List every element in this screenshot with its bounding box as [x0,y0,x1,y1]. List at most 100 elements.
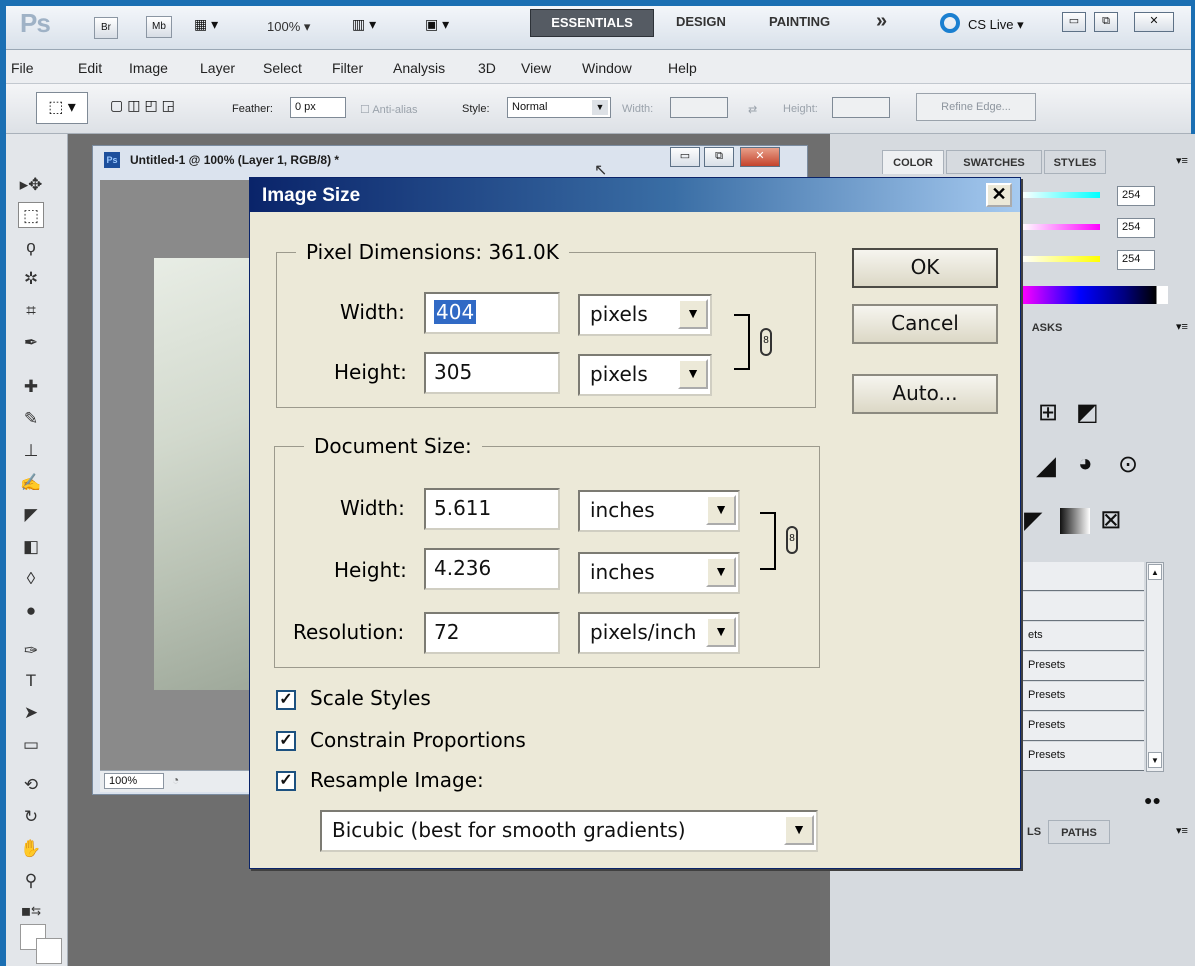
preset-row[interactable]: ets [1022,622,1144,651]
selective-color-icon[interactable]: ⊠ [1100,504,1122,535]
tab-paths[interactable]: PATHS [1048,820,1110,844]
preset-row[interactable]: Presets [1022,712,1144,741]
chevron-down-icon[interactable]: ▼ [706,617,736,647]
document-zoom-field[interactable]: 100% [104,773,164,789]
chevron-down-icon[interactable]: ▼ [784,815,814,845]
chevron-down-icon[interactable]: ▼ [706,495,736,525]
more-workspaces-icon[interactable]: » [876,10,887,33]
magenta-slider[interactable] [1022,224,1100,230]
resample-image-checkbox[interactable]: ✓ [276,771,296,791]
move-tool-icon[interactable]: ▸✥ [18,172,44,198]
posterize-icon[interactable]: ◤ [1024,506,1042,535]
channel-mixer-icon[interactable]: ⊙ [1118,450,1138,479]
preset-row[interactable]: Presets [1022,742,1144,771]
resolution-input[interactable]: 72 [424,612,560,654]
menu-view[interactable]: View [521,60,551,76]
width-input[interactable] [670,97,728,118]
gradient-map-icon[interactable] [1060,508,1090,534]
constrain-proportions-checkbox[interactable]: ✓ [276,731,296,751]
view-extras-icon[interactable]: ▦ ▾ [194,16,236,38]
scale-styles-checkbox[interactable]: ✓ [276,690,296,710]
chevron-down-icon[interactable]: ▼ [678,359,708,389]
mini-bridge-button[interactable]: Mb [146,16,172,38]
screen-mode-icon[interactable]: ▣ ▾ [425,16,449,33]
refine-edge-button[interactable]: Refine Edge... [916,93,1036,121]
ok-button[interactable]: OK [852,248,998,288]
menu-select[interactable]: Select [263,60,302,76]
doc-width-input[interactable]: 5.611 [424,488,560,530]
feather-input[interactable]: 0 px [290,97,346,118]
workspace-painting[interactable]: PAINTING [769,14,830,29]
panel-menu-icon[interactable]: ▾≡ [1176,154,1188,167]
shape-tool-icon[interactable]: ▭ [18,732,44,758]
pixel-height-input[interactable]: 305 [424,352,560,394]
marquee-tool-icon[interactable]: ⬚ [18,202,44,228]
menu-edit[interactable]: Edit [78,60,102,76]
zoom-tool-icon[interactable]: ⚲ [18,868,44,894]
hand-tool-icon[interactable]: ✋ [18,836,44,862]
menu-image[interactable]: Image [129,60,168,76]
restore-icon[interactable]: ⧉ [1094,12,1118,32]
type-tool-icon[interactable]: T [18,668,44,694]
clone-stamp-tool-icon[interactable]: ⊥ [18,438,44,464]
doc-height-input[interactable]: 4.236 [424,548,560,590]
status-info-icon[interactable]: ◔ [172,773,179,787]
3d-orbit-tool-icon[interactable]: ↻ [18,804,44,830]
panel-menu-icon[interactable]: ▾≡ [1176,824,1188,837]
doc-close-icon[interactable]: ✕ [740,147,780,167]
selection-mode-icons[interactable]: ▢◫◰◲ [110,97,179,114]
cs-live-dropdown[interactable]: CS Live ▾ [968,17,1024,33]
menu-layer[interactable]: Layer [200,60,235,76]
exposure-icon[interactable]: ◩ [1076,398,1099,427]
zoom-level-dropdown[interactable]: 100% ▾ [267,19,310,35]
curves-icon[interactable]: ⊞ [1038,398,1058,427]
lasso-tool-icon[interactable]: ϙ [18,234,44,260]
scroll-up-icon[interactable]: ▲ [1148,564,1162,580]
background-color-swatch[interactable] [36,938,62,964]
menu-window[interactable]: Window [582,60,632,76]
gradient-tool-icon[interactable]: ◧ [18,534,44,560]
close-icon[interactable]: ✕ [1134,12,1174,32]
auto-button[interactable]: Auto... [852,374,998,414]
blur-tool-icon[interactable]: ◊ [18,566,44,592]
bridge-button[interactable]: Br [94,17,118,39]
menu-analysis[interactable]: Analysis [393,60,445,76]
history-brush-tool-icon[interactable]: ✍ [18,470,44,496]
style-select[interactable]: Normal ▼ [507,97,611,118]
scroll-down-icon[interactable]: ▼ [1148,752,1162,768]
workspace-essentials[interactable]: ESSENTIALS [530,9,654,37]
preset-row[interactable]: Presets [1022,652,1144,681]
magenta-value[interactable]: 254 [1117,218,1155,238]
menu-help[interactable]: Help [668,60,697,76]
dialog-close-icon[interactable]: ✕ [986,183,1012,207]
tab-channels[interactable]: LS [1022,820,1046,844]
resample-method-select[interactable]: Bicubic (best for smooth gradients) [320,810,818,852]
menu-filter[interactable]: Filter [332,60,363,76]
dialog-titlebar[interactable] [250,178,1020,212]
preset-row[interactable]: Presets [1022,682,1144,711]
tab-color[interactable]: COLOR [882,150,944,174]
dodge-tool-icon[interactable]: ● [18,598,44,624]
brush-tool-icon[interactable]: ✎ [18,406,44,432]
quick-select-tool-icon[interactable]: ✲ [18,266,44,292]
pixel-width-input[interactable]: 404 [424,292,560,334]
yellow-value[interactable]: 254 [1117,250,1155,270]
doc-restore-icon[interactable]: ⧉ [704,147,734,167]
preset-row[interactable] [1022,592,1144,621]
cancel-button[interactable]: Cancel [852,304,998,344]
cyan-value[interactable]: 254 [1117,186,1155,206]
eyedropper-tool-icon[interactable]: ✒ [18,330,44,356]
doc-minimize-icon[interactable]: ▭ [670,147,700,167]
chevron-down-icon[interactable]: ▼ [706,557,736,587]
cyan-slider[interactable] [1022,192,1100,198]
color-ramp[interactable] [1022,286,1168,304]
workspace-design[interactable]: DESIGN [676,14,726,29]
marquee-preset-icon[interactable]: ⬚ ▾ [36,92,88,124]
preset-row[interactable] [1022,562,1144,591]
crop-tool-icon[interactable]: ⌗ [18,298,44,324]
pen-tool-icon[interactable]: ✑ [18,638,44,664]
swap-icon[interactable]: ⇄ [748,103,757,116]
arrange-documents-icon[interactable]: ▥ ▾ [352,16,376,33]
minimize-icon[interactable]: ▭ [1062,12,1086,32]
tab-styles[interactable]: STYLES [1044,150,1106,174]
